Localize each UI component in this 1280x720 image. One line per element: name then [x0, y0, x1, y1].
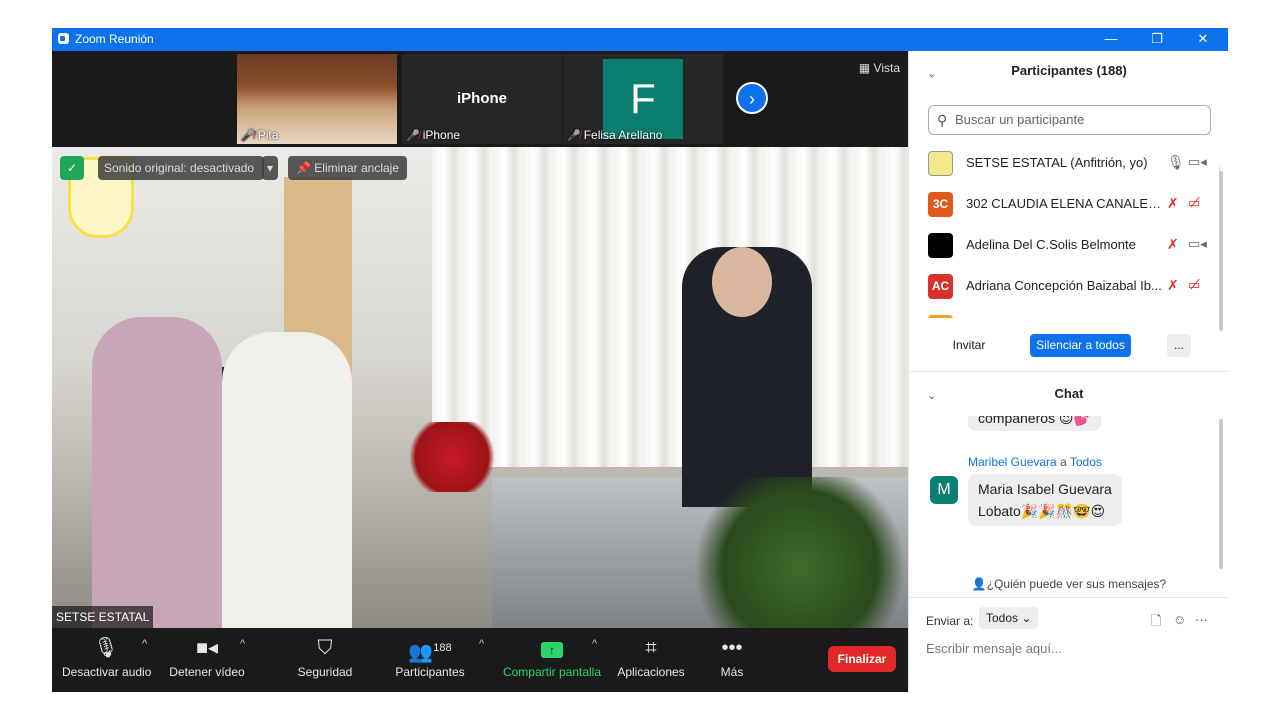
video-scene-person [222, 332, 352, 628]
video-scene-curtain [432, 147, 908, 467]
video-scene-person [92, 317, 222, 628]
file-icon[interactable]: 🗋 [1151, 612, 1161, 634]
avatar: AC [928, 274, 953, 299]
zoom-window: Zoom Reunión — ❐ ✕ 🎤̸ Pita iPhone 🎤̸ iPhon… [52, 28, 1229, 692]
avatar: 3C [928, 192, 953, 217]
avatar: F [603, 59, 683, 139]
person-icon: 👤 [971, 577, 987, 591]
active-speaker-name: SETSE ESTATAL [52, 606, 154, 628]
microphone-icon[interactable]: 🎙 [1167, 154, 1185, 171]
mic-muted-icon[interactable]: ✗ [1167, 236, 1179, 253]
thumbnail-label: 🎤̸ iPhone [406, 128, 461, 142]
video-camera-icon[interactable]: ▭◂ [1188, 236, 1207, 252]
send-to-label: Enviar a: [926, 614, 974, 628]
window-title: Zoom Reunión [75, 32, 154, 46]
mute-all-button[interactable]: Silenciar a todos [1030, 334, 1131, 357]
participants-more-button[interactable]: ... [1167, 334, 1191, 357]
avatar [928, 233, 953, 258]
mute-audio-button[interactable]: 🎙 Desactivar audio [62, 634, 151, 679]
chat-messages: compañeros 😉💕 Maribel Guevara a Todos M … [909, 416, 1229, 566]
chat-scrollbar[interactable] [1219, 419, 1223, 569]
video-scene-poinsettia [402, 422, 502, 492]
chat-message: Maria Isabel Guevara Lobato🎉🎉🎊🤓😍 [968, 474, 1122, 526]
chat-title: Chat [1054, 386, 1084, 401]
meeting-stage: 🎤̸ Pita iPhone 🎤̸ iPhone F 🎤̸ Felisa Arella… [52, 51, 908, 692]
video-camera-icon[interactable]: ▭◂ [1188, 154, 1207, 170]
thumbnail-iphone[interactable]: iPhone 🎤̸ iPhone [402, 54, 562, 144]
more-dots-icon[interactable]: ··· [1195, 612, 1208, 627]
video-scene-speaker-head [712, 247, 772, 317]
mic-muted-icon: 🎤̸ [567, 130, 581, 142]
video-scene-tree [692, 477, 908, 628]
security-button[interactable]: ⛉ Seguridad [292, 634, 358, 679]
restore-button[interactable]: ❐ [1134, 28, 1180, 51]
participant-row[interactable]: 3C 302 CLAUDIA ELENA CANALES ... ✗ ▭̸ [909, 184, 1229, 225]
avatar: M [930, 476, 958, 504]
chat-sender: Maribel Guevara a Todos [968, 455, 1102, 469]
chat-message: compañeros 😉💕 [968, 416, 1101, 431]
side-panel: ⌄ Participantes (188) ⚲ Buscar un partic… [908, 51, 1229, 692]
video-off-icon[interactable]: ▭̸ [1188, 195, 1200, 211]
next-page-arrow-icon[interactable]: › [736, 82, 768, 114]
emoji-icon[interactable]: ☺ [1173, 612, 1186, 627]
avatar [928, 315, 953, 318]
thumbnail-strip: 🎤̸ Pita iPhone 🎤̸ iPhone F 🎤̸ Felisa Arella… [52, 51, 908, 147]
participant-scrollbar[interactable] [1219, 171, 1223, 331]
mic-muted-icon[interactable]: ✗ [1167, 195, 1179, 212]
video-off-icon[interactable]: ▭̸ [1188, 277, 1200, 293]
avatar [928, 151, 953, 176]
thumbnail-pita[interactable]: 🎤̸ Pita [237, 54, 397, 144]
pin-icon: 📌 [296, 161, 311, 175]
title-bar: Zoom Reunión — ❐ ✕ [52, 28, 1228, 51]
send-to-select[interactable]: Todos ⌄ [979, 607, 1038, 629]
invite-button[interactable]: Invitar [946, 334, 992, 357]
thumbnail-label: 🎤̸ Pita [241, 128, 279, 142]
participant-display-name: iPhone [456, 90, 507, 107]
participant-row[interactable]: Adelina Del C.Solis Belmonte ✗ ▭◂ [909, 225, 1229, 266]
view-button[interactable]: ▦ Vista [859, 61, 900, 75]
participant-row[interactable]: AC Adriana Concepción Baizabal Ib... ✗ ▭… [909, 266, 1229, 307]
chat-message-input[interactable]: Escribir mensaje aquí... [926, 641, 1062, 656]
apps-button[interactable]: ⌗ Aplicaciones [615, 634, 687, 679]
participant-row[interactable] [909, 307, 1229, 318]
participants-title: Participantes (188) [1011, 63, 1127, 78]
mic-muted-icon[interactable]: ✗ [1167, 277, 1179, 294]
participant-search-input[interactable]: ⚲ Buscar un participante [928, 105, 1211, 135]
share-screen-button[interactable]: ↑ Compartir pantalla [500, 634, 604, 679]
message-visibility-link[interactable]: 👤¿Quién puede ver sus mensajes? [909, 577, 1229, 591]
search-icon: ⚲ [937, 112, 948, 128]
unpin-button[interactable]: 📌 Eliminar anclaje [288, 156, 407, 180]
audio-options-caret[interactable]: ^ [142, 638, 147, 650]
more-dots-icon: ••• [721, 637, 743, 659]
thumbnail-felisa[interactable]: F 🎤̸ Felisa Arellano [563, 54, 723, 144]
video-options-caret[interactable]: ^ [240, 638, 245, 650]
participant-row[interactable]: SETSE ESTATAL (Anfitrión, yo) 🎙 ▭◂ [909, 143, 1229, 184]
participants-icon: 👥188 [408, 641, 452, 664]
minimize-button[interactable]: — [1088, 28, 1134, 51]
stop-video-button[interactable]: ■◂ Detener vídeo [168, 634, 246, 679]
more-button[interactable]: ••• Más [712, 634, 752, 679]
share-options-caret[interactable]: ^ [592, 638, 597, 650]
audio-options-dropdown[interactable]: ▾ [262, 156, 278, 180]
meeting-toolbar: 🎙 Desactivar audio ^ ■◂ Detener vídeo ^ … [52, 628, 908, 692]
participants-options-caret[interactable]: ^ [479, 638, 484, 650]
mic-muted-icon: 🎤̸ [406, 130, 420, 142]
close-button[interactable]: ✕ [1180, 28, 1226, 51]
main-video: ✓ Sonido original: desactivado ▾ 📌 Elimi… [52, 147, 908, 628]
mic-muted-icon: 🎤̸ [241, 130, 255, 142]
apps-icon: ⌗ [645, 637, 657, 659]
thumbnail-label: 🎤̸ Felisa Arellano [567, 128, 663, 142]
microphone-icon: 🎙 [93, 637, 119, 659]
original-sound-status[interactable]: Sonido original: desactivado [98, 156, 264, 180]
encryption-shield-icon[interactable]: ✓ [60, 156, 84, 180]
divider [909, 597, 1229, 598]
end-meeting-button[interactable]: Finalizar [828, 646, 896, 672]
zoom-app-icon [58, 33, 69, 44]
participants-button[interactable]: 👥188 Participantes [392, 634, 468, 679]
participant-list: SETSE ESTATAL (Anfitrión, yo) 🎙 ▭◂ 3C 30… [909, 143, 1229, 318]
video-camera-icon: ■◂ [195, 637, 219, 659]
divider [909, 371, 1229, 372]
share-arrow-icon: ↑ [541, 642, 563, 658]
shield-icon: ⛉ [317, 637, 333, 659]
